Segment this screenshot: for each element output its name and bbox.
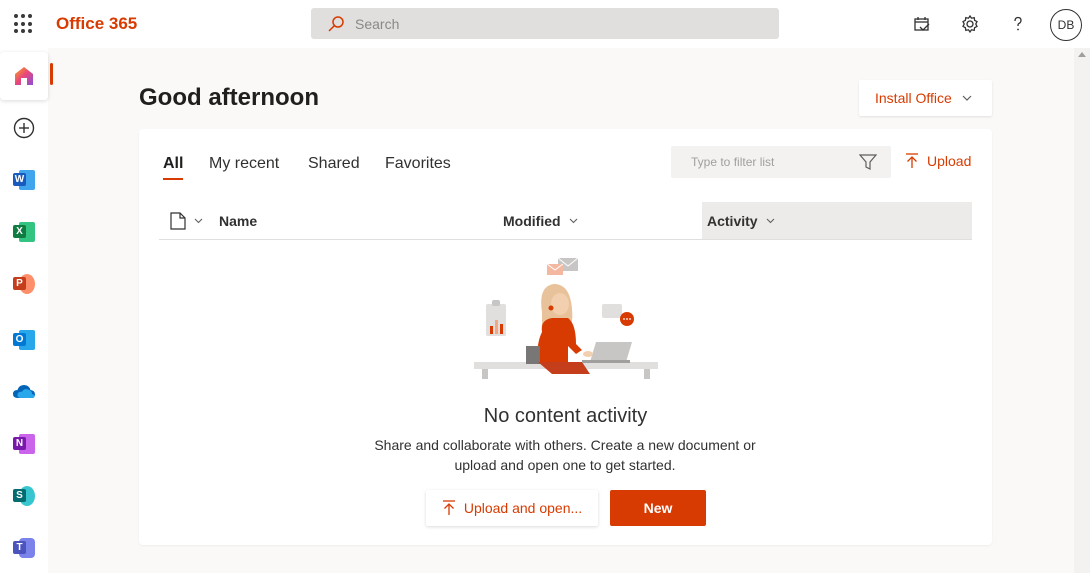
empty-state-title: No content activity bbox=[483, 405, 648, 427]
active-tab-indicator bbox=[163, 178, 183, 180]
new-button[interactable]: New bbox=[610, 490, 706, 526]
onenote-icon: N bbox=[13, 433, 35, 455]
outlook-icon: O bbox=[13, 329, 35, 351]
search-input[interactable] bbox=[355, 15, 755, 32]
search-icon bbox=[328, 15, 344, 32]
rail-item-home[interactable] bbox=[0, 52, 48, 100]
rail-item-teams[interactable]: T bbox=[0, 524, 48, 572]
tab-all[interactable]: All bbox=[163, 155, 183, 173]
chevron-down-icon bbox=[194, 218, 203, 223]
top-bar: Office 365 DB bbox=[0, 0, 1090, 48]
chevron-down-icon bbox=[962, 95, 972, 101]
search-box[interactable] bbox=[311, 8, 779, 39]
filter-box[interactable] bbox=[671, 146, 891, 178]
tab-shared[interactable]: Shared bbox=[308, 155, 360, 173]
empty-state-illustration bbox=[474, 257, 658, 379]
files-card: All My recent Shared Favorites Upload Na… bbox=[139, 129, 992, 545]
filter-icon[interactable] bbox=[859, 154, 877, 170]
modified-label: Modified bbox=[503, 212, 561, 229]
app-rail: W X P O N S T bbox=[0, 48, 48, 573]
file-type-column[interactable] bbox=[170, 202, 210, 239]
activity-column-header[interactable]: Activity bbox=[702, 202, 972, 239]
my-day-icon[interactable] bbox=[910, 12, 934, 36]
account-avatar[interactable]: DB bbox=[1050, 9, 1082, 41]
chevron-down-icon bbox=[569, 218, 577, 223]
upload-button[interactable]: Upload bbox=[905, 153, 971, 169]
excel-icon: X bbox=[13, 221, 35, 243]
install-office-label: Install Office bbox=[875, 90, 952, 106]
powerpoint-icon: P bbox=[13, 273, 35, 295]
upload-arrow-icon bbox=[442, 500, 455, 515]
cloud-icon bbox=[13, 385, 35, 398]
document-icon bbox=[170, 211, 186, 230]
activity-label: Activity bbox=[707, 212, 758, 229]
rail-item-outlook[interactable]: O bbox=[0, 316, 48, 364]
install-office-button[interactable]: Install Office bbox=[859, 80, 992, 116]
rail-item-powerpoint[interactable]: P bbox=[0, 260, 48, 308]
app-launcher-icon[interactable] bbox=[14, 14, 34, 34]
chevron-down-icon bbox=[766, 218, 774, 223]
empty-state-description: Share and collaborate with others. Creat… bbox=[374, 437, 756, 473]
upload-label: Upload bbox=[927, 153, 972, 169]
rail-item-sharepoint[interactable]: S bbox=[0, 472, 48, 520]
plus-circle-icon bbox=[13, 117, 35, 139]
rail-item-onedrive[interactable] bbox=[0, 368, 48, 416]
rail-item-excel[interactable]: X bbox=[0, 208, 48, 256]
filter-input[interactable] bbox=[691, 155, 851, 169]
page-scrollbar[interactable] bbox=[1074, 48, 1090, 573]
file-list-header: Name Modified Activity bbox=[159, 202, 972, 240]
rail-item-create[interactable] bbox=[0, 104, 48, 152]
upload-arrow-icon bbox=[906, 153, 918, 168]
word-icon: W bbox=[13, 169, 35, 191]
upload-and-open-label: Upload and open... bbox=[463, 500, 583, 516]
selected-indicator bbox=[50, 63, 53, 85]
rail-item-word[interactable]: W bbox=[0, 156, 48, 204]
teams-icon: T bbox=[13, 537, 35, 559]
tab-my-recent[interactable]: My recent bbox=[209, 155, 279, 173]
rail-item-onenote[interactable]: N bbox=[0, 420, 48, 468]
greeting-heading: Good afternoon bbox=[139, 84, 319, 111]
sharepoint-icon: S bbox=[13, 485, 35, 507]
scroll-up-arrow-icon[interactable] bbox=[1078, 52, 1086, 57]
tab-favorites[interactable]: Favorites bbox=[385, 155, 451, 173]
app-title[interactable]: Office 365 bbox=[56, 14, 137, 34]
home-icon bbox=[15, 67, 33, 85]
settings-gear-icon[interactable] bbox=[958, 12, 982, 36]
modified-column-header[interactable]: Modified bbox=[503, 202, 703, 239]
name-column-header[interactable]: Name bbox=[219, 202, 419, 239]
help-icon[interactable] bbox=[1006, 12, 1030, 36]
upload-and-open-button[interactable]: Upload and open... bbox=[426, 490, 598, 526]
